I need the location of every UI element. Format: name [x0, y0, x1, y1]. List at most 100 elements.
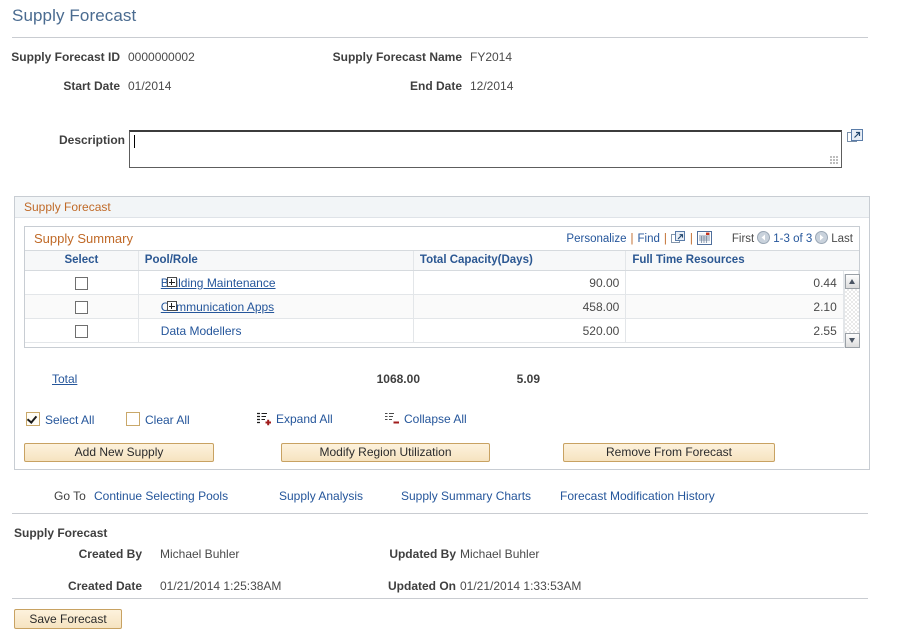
table-row: Building Maintenance 90.00 0.44 [25, 270, 860, 295]
total-full-time-resources-value: 5.09 [516, 372, 540, 386]
page-title: Supply Forecast [12, 6, 137, 25]
grid-vertical-scrollbar[interactable] [844, 274, 860, 348]
grid-pager: First 1-3 of 3 Last [732, 231, 853, 245]
updated-on-label: Updated On [388, 579, 456, 593]
column-header-pool-role[interactable]: Pool/Role [138, 251, 414, 271]
column-header-total-capacity[interactable]: Total Capacity(Days) [413, 251, 627, 271]
goto-link-forecast-modification-history[interactable]: Forecast Modification History [560, 489, 715, 503]
row-select-cell [25, 270, 139, 295]
previous-page-icon[interactable] [757, 231, 771, 244]
table-header-row: Select Pool/Role Total Capacity(Days) Fu… [25, 251, 859, 271]
goto-link-continue-selecting-pools[interactable]: Continue Selecting Pools [94, 489, 228, 503]
resize-grip[interactable] [830, 156, 839, 165]
supply-forecast-name-value: FY2014 [470, 50, 513, 64]
footer-divider [12, 598, 868, 599]
supply-summary-titlebar: Supply Summary Personalize | Find | | First 1-… [25, 227, 859, 251]
row-pool-cell: Data Modellers [138, 318, 414, 343]
collapse-all-control[interactable]: Collapse All [384, 412, 467, 429]
save-forecast-button[interactable]: Save Forecast [14, 609, 122, 629]
row-full-time-resources: 2.10 [625, 294, 844, 319]
table-row: Communication Apps 458.00 2.10 [25, 294, 860, 319]
pool-role-link[interactable]: Building Maintenance [161, 276, 276, 290]
grid-toolbar: Personalize | Find | | First 1-3 of 3 Last [566, 231, 853, 248]
toolbar-separator-1: | [630, 233, 634, 245]
goto-divider [12, 513, 868, 514]
select-all-control[interactable]: Select All [26, 412, 94, 427]
pool-role-link[interactable]: Communication Apps [161, 300, 274, 314]
table-row: Data Modellers 520.00 2.55 [25, 318, 860, 343]
created-by-value: Michael Buhler [160, 547, 240, 561]
row-full-time-resources: 2.55 [625, 318, 844, 343]
personalize-link[interactable]: Personalize [566, 233, 626, 245]
row-select-cell [25, 318, 139, 343]
start-date-value: 01/2014 [128, 79, 172, 93]
row-total-capacity: 90.00 [413, 270, 627, 295]
pool-role-label[interactable]: Data Modellers [161, 324, 242, 338]
select-all-checkbox-icon[interactable] [26, 412, 40, 426]
page-range-label: 1-3 of 3 [773, 233, 813, 245]
row-checkbox[interactable] [74, 300, 88, 314]
scrollbar-track[interactable] [845, 289, 859, 333]
total-link[interactable]: Total [52, 372, 77, 386]
toolbar-separator-2: | [663, 233, 667, 245]
supply-summary-table: Select Pool/Role Total Capacity(Days) Fu… [25, 251, 860, 343]
total-capacity-value: 1068.00 [376, 372, 420, 386]
description-label: Description [58, 133, 125, 147]
end-date-label: End Date [409, 79, 462, 93]
column-header-scrollbar-spacer [843, 251, 859, 271]
supply-forecast-group-title: Supply Forecast [15, 197, 869, 218]
header-divider [12, 37, 868, 38]
download-to-spreadsheet-icon[interactable] [696, 231, 712, 248]
new-window-icon[interactable] [670, 231, 686, 248]
scroll-up-icon[interactable] [845, 274, 860, 289]
select-all-link[interactable]: Select All [45, 413, 94, 427]
goto-label: Go To [54, 489, 86, 503]
last-page-label[interactable]: Last [831, 233, 853, 245]
find-link[interactable]: Find [638, 233, 660, 245]
supply-forecast-id-value: 0000000002 [128, 50, 195, 64]
description-input[interactable] [129, 130, 842, 168]
supply-forecast-name-label: Supply Forecast Name [332, 50, 462, 64]
toolbar-separator-3: | [689, 233, 693, 245]
goto-link-supply-summary-charts[interactable]: Supply Summary Charts [401, 489, 531, 503]
end-date-value: 12/2014 [470, 79, 514, 93]
updated-by-value: Michael Buhler [460, 547, 540, 561]
supply-summary-grid: Supply Summary Personalize | Find | | First 1-… [24, 226, 860, 348]
supply-forecast-id-label: Supply Forecast ID [11, 50, 120, 64]
column-header-full-time-resources[interactable]: Full Time Resources [625, 251, 844, 271]
row-total-capacity: 520.00 [413, 318, 627, 343]
row-checkbox[interactable] [74, 276, 88, 290]
clear-all-checkbox-icon[interactable] [126, 412, 140, 426]
supply-forecast-page: Supply Forecast Supply Forecast ID 00000… [0, 0, 900, 632]
row-checkbox[interactable] [74, 324, 88, 338]
expand-all-control[interactable]: Expand All [256, 412, 333, 429]
scroll-down-icon[interactable] [845, 333, 860, 348]
start-date-label: Start Date [63, 79, 120, 93]
expand-all-link[interactable]: Expand All [276, 412, 333, 426]
column-header-select[interactable]: Select [25, 251, 139, 271]
expand-all-icon[interactable] [256, 412, 272, 429]
supply-summary-title: Supply Summary [34, 231, 133, 246]
next-page-icon[interactable] [815, 231, 829, 244]
expand-row-icon[interactable] [166, 277, 177, 287]
first-page-label[interactable]: First [732, 233, 754, 245]
goto-link-supply-analysis[interactable]: Supply Analysis [279, 489, 363, 503]
row-pool-cell: Building Maintenance [138, 270, 414, 295]
clear-all-link[interactable]: Clear All [145, 413, 190, 427]
collapse-all-icon[interactable] [384, 412, 400, 429]
remove-from-forecast-button[interactable]: Remove From Forecast [563, 443, 775, 462]
expand-row-icon[interactable] [166, 301, 177, 311]
row-select-cell [25, 294, 139, 319]
row-total-capacity: 458.00 [413, 294, 627, 319]
clear-all-control[interactable]: Clear All [126, 412, 190, 427]
text-caret [134, 135, 135, 148]
created-date-label: Created Date [67, 579, 142, 593]
created-date-value: 01/21/2014 1:25:38AM [160, 579, 282, 593]
row-pool-cell: Communication Apps [138, 294, 414, 319]
modify-region-utilization-button[interactable]: Modify Region Utilization [281, 443, 490, 462]
expand-to-new-window-icon[interactable] [847, 129, 863, 145]
footer-section-title: Supply Forecast [14, 526, 108, 540]
collapse-all-link[interactable]: Collapse All [404, 412, 467, 426]
add-new-supply-button[interactable]: Add New Supply [24, 443, 214, 462]
updated-on-value: 01/21/2014 1:33:53AM [460, 579, 582, 593]
